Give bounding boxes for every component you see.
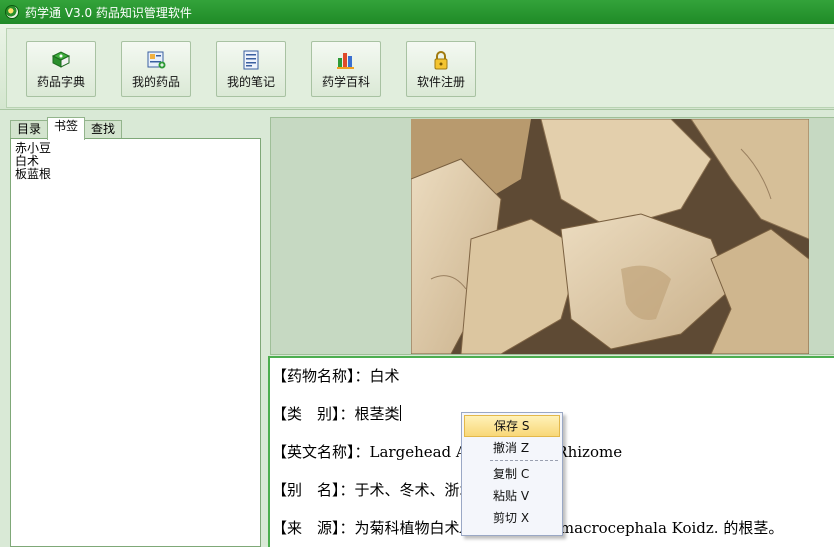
tab-bookmarks[interactable]: 书签 [47, 117, 86, 140]
text-caret [399, 405, 401, 421]
sidebar-tabs: 目录 书签 查找 [10, 117, 123, 140]
herb-photo [411, 119, 809, 354]
toolbar-group: 药品字典 我的药品 我的笔记 药学百科 软件注册 [6, 28, 834, 108]
detail-label: 【类 别】： [272, 405, 355, 423]
list-item[interactable]: 赤小豆 [15, 142, 256, 155]
book-icon [51, 51, 71, 68]
detail-value: 白术 [369, 367, 400, 385]
toolbar: 药品字典 我的药品 我的笔记 药学百科 软件注册 [0, 24, 834, 110]
drug-dictionary-button[interactable]: 药品字典 [26, 41, 96, 97]
list-item[interactable]: 板蓝根 [15, 168, 256, 181]
detail-line-name: 【药物名称】：白术 [272, 365, 400, 386]
menu-item-save[interactable]: 保存 S [464, 415, 560, 437]
my-drugs-button[interactable]: 我的药品 [121, 41, 191, 97]
tab-contents[interactable]: 目录 [10, 120, 49, 139]
title-bar: 药学通 V3.0 药品知识管理软件 [0, 0, 834, 24]
pharmacy-encyclopedia-label: 药学百科 [321, 75, 370, 89]
my-notes-label: 我的笔记 [226, 75, 275, 89]
detail-value: 于术、冬术、浙术 [354, 481, 475, 499]
lock-icon [434, 51, 448, 70]
context-menu: 保存 S 撤消 Z 复制 C 粘贴 V 剪切 X [461, 412, 563, 536]
my-notes-button[interactable]: 我的笔记 [216, 41, 286, 97]
encyclopedia-icon [337, 53, 354, 69]
menu-separator [490, 460, 558, 461]
detail-value: 为菊科植物白术Atractylodes macrocephala Koidz. … [354, 519, 784, 537]
detail-line-english-name: 【英文名称】：Largehead Atractylodes Rhizome [272, 441, 622, 462]
detail-label: 【英文名称】： [272, 443, 370, 461]
software-registration-button[interactable]: 软件注册 [406, 41, 476, 97]
drug-card-icon [147, 51, 166, 69]
pharmacy-encyclopedia-button[interactable]: 药学百科 [311, 41, 381, 97]
menu-item-cut[interactable]: 剪切 X [464, 507, 560, 529]
detail-label: 【药物名称】： [272, 367, 370, 385]
detail-label: 【来 源】： [272, 519, 355, 537]
detail-value: 根茎类 [354, 405, 400, 423]
menu-item-undo[interactable]: 撤消 Z [464, 437, 560, 459]
tab-search[interactable]: 查找 [84, 120, 123, 139]
image-panel [270, 117, 834, 355]
drug-dictionary-label: 药品字典 [36, 75, 85, 89]
software-registration-label: 软件注册 [416, 75, 465, 89]
list-item[interactable]: 白术 [15, 155, 256, 168]
note-icon [243, 50, 259, 70]
detail-line-alias: 【别 名】：于术、冬术、浙术 [272, 479, 475, 500]
menu-item-paste[interactable]: 粘贴 V [464, 485, 560, 507]
detail-line-category: 【类 别】：根茎类 [272, 403, 401, 424]
menu-item-copy[interactable]: 复制 C [464, 463, 560, 485]
my-drugs-label: 我的药品 [131, 75, 180, 89]
detail-label: 【别 名】： [272, 481, 355, 499]
app-logo-icon [5, 5, 19, 19]
window-title: 药学通 V3.0 药品知识管理软件 [25, 5, 192, 20]
left-panel: 目录 书签 查找 赤小豆 白术 板蓝根 [6, 114, 265, 547]
bookmark-list: 赤小豆 白术 板蓝根 [10, 138, 261, 547]
